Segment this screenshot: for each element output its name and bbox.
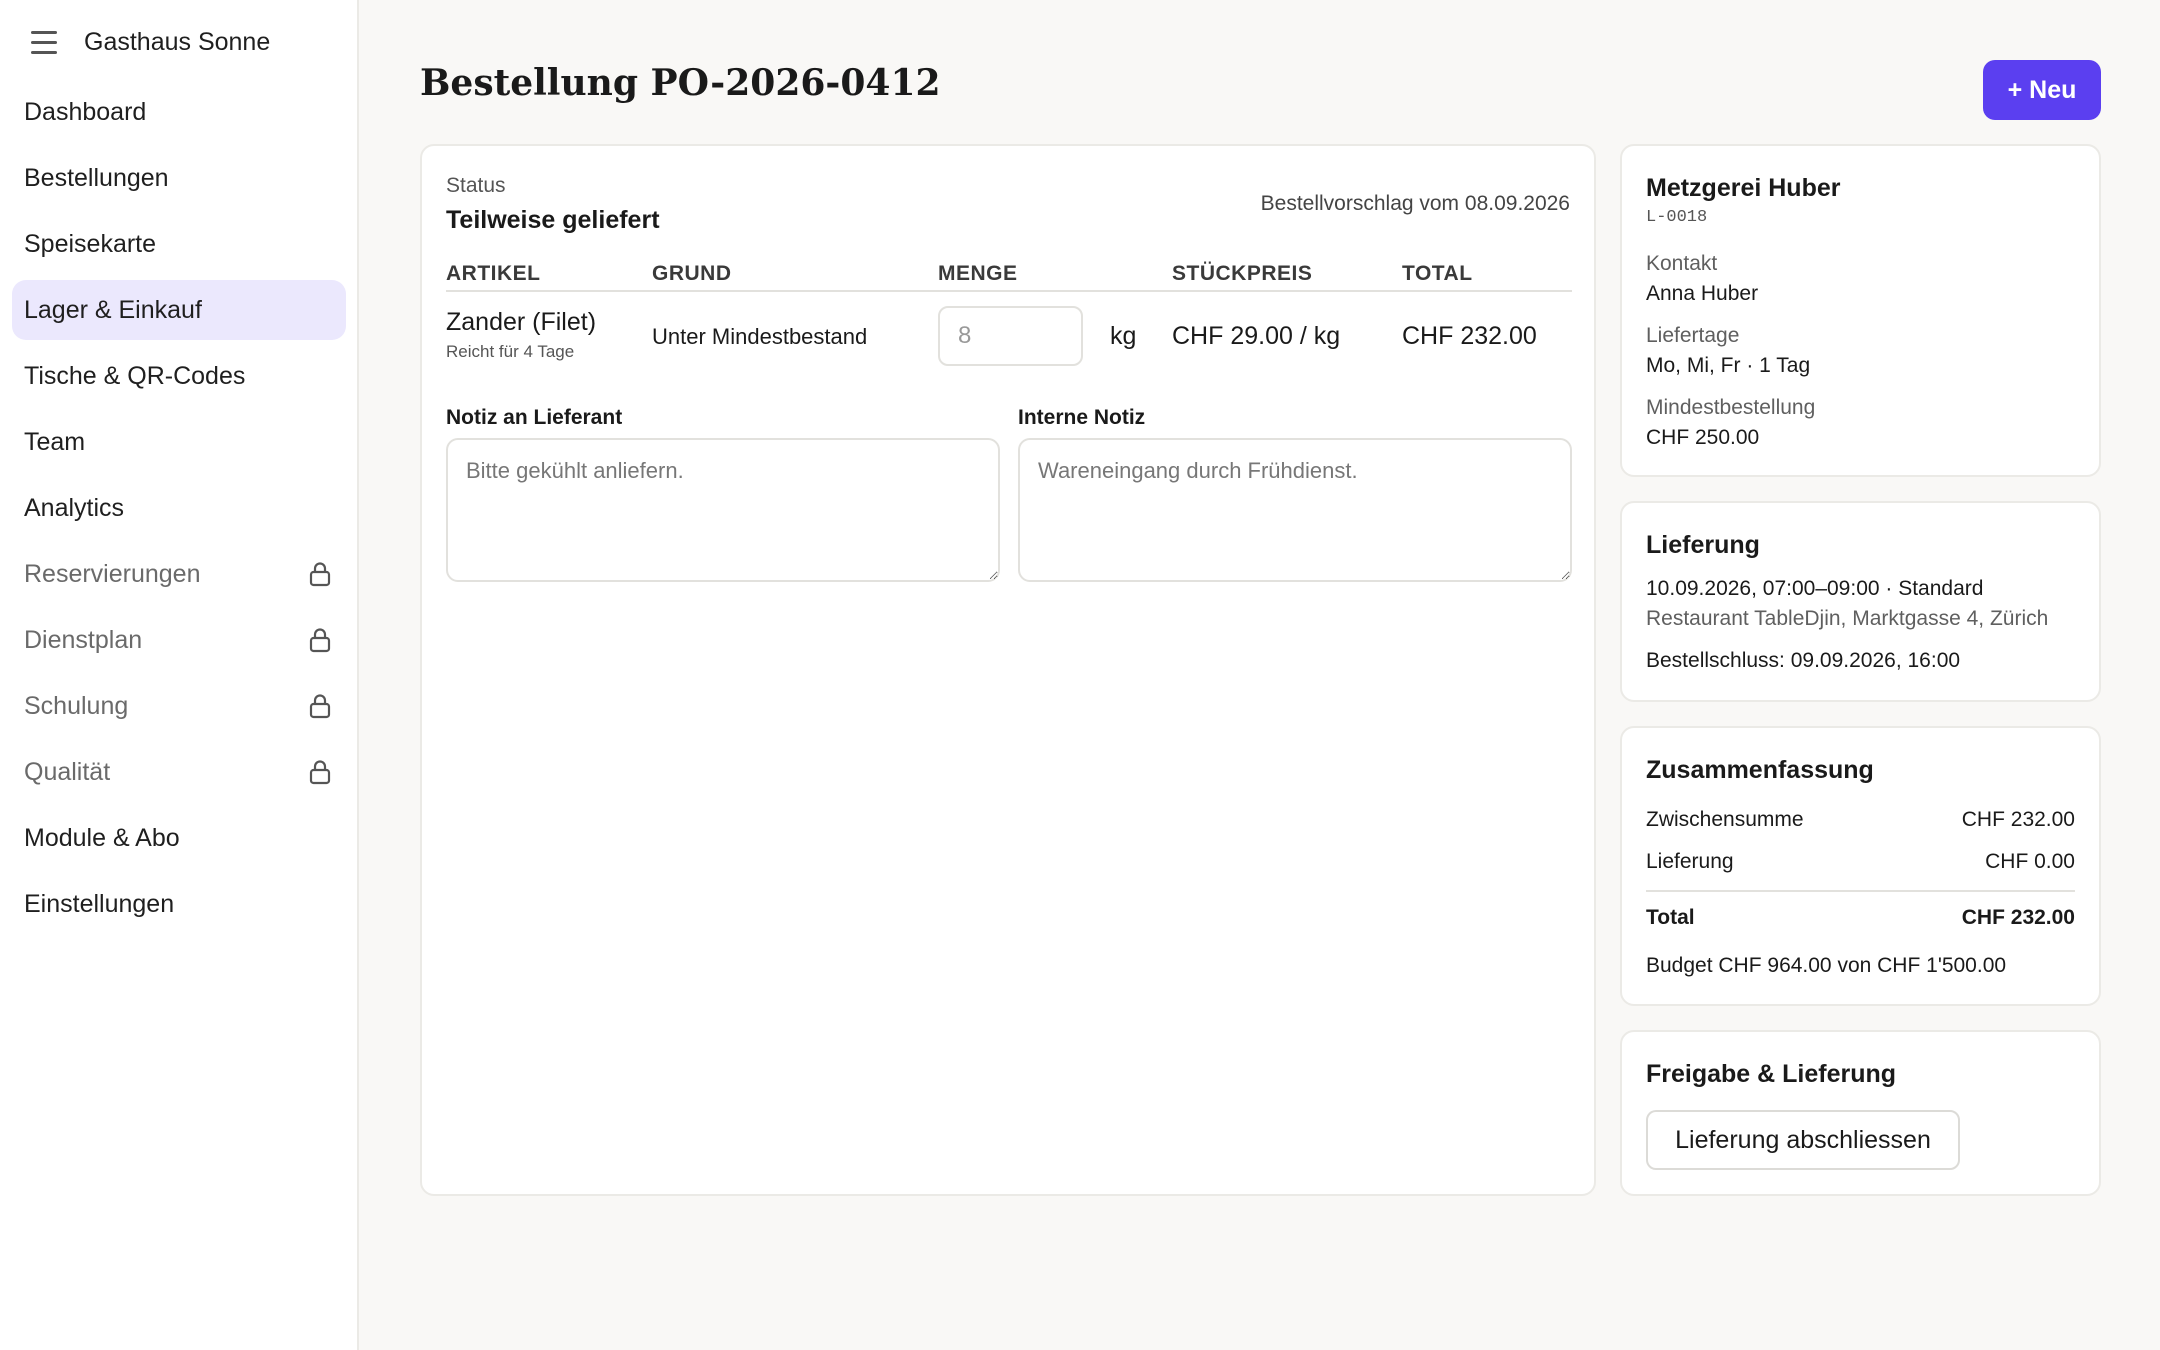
status-label: Status [446,174,506,197]
item-name: Zander (Filet) [446,308,597,336]
sidebar-item-label: Tische & QR-Codes [24,361,246,390]
sidebar-item-label: Module & Abo [24,823,180,852]
sidebar-item-lager-einkauf[interactable]: Lager & Einkauf [12,280,346,340]
item-coverage: Reicht für 4 Tage [446,342,575,361]
delivery-days-value: Mo, Mi, Fr · 1 Tag [1646,354,1811,377]
sidebar-item-reservierungen[interactable]: Reservierungen [12,544,346,604]
sidebar-item-label: Reservierungen [24,559,201,588]
proposal-date: Bestellvorschlag vom 08.09.2026 [1260,192,1570,215]
column-header-total: TOTAL [1402,262,1473,285]
summary-divider [1646,890,2075,892]
status-value: Teilweise geliefert [446,206,660,234]
quantity-input[interactable] [938,306,1083,366]
delivery-address: Restaurant TableDjin, Marktgasse 4, Züri… [1646,607,2049,630]
column-header-stueckpreis: STÜCKPREIS [1172,262,1313,285]
internal-note-label: Interne Notiz [1018,406,1146,429]
subtotal-row: Zwischensumme CHF 232.00 [1646,808,2075,832]
column-header-menge: MENGE [938,262,1018,285]
internal-note-field[interactable] [1018,438,1572,582]
sidebar-item-label: Team [24,427,86,456]
sidebar-item-module-abo[interactable]: Module & Abo [12,808,346,868]
brand-name: Gasthaus Sonne [84,27,271,56]
approval-card: Freigabe & Lieferung Lieferung abschlies… [1620,1030,2101,1196]
sidebar-item-dienstplan[interactable]: Dienstplan [12,610,346,670]
contact-value: Anna Huber [1646,282,1759,305]
column-header-grund: GRUND [652,262,732,285]
min-order-value: CHF 250.00 [1646,426,1760,449]
sidebar-item-bestellungen[interactable]: Bestellungen [12,148,346,208]
sidebar-item-label: Dashboard [24,97,147,126]
budget-text: Budget CHF 964.00 von CHF 1'500.00 [1646,954,2007,977]
sidebar-item-label: Einstellungen [24,889,175,918]
lock-icon [309,562,331,587]
sidebar-item-label: Bestellungen [24,163,169,192]
order-card: Status Teilweise geliefert Bestellvorsch… [420,144,1596,1196]
total-value: CHF 232.00 [1961,906,2075,929]
supplier-id: L-0018 [1646,208,1708,227]
sidebar-item-qualitaet[interactable]: Qualität [12,742,346,802]
lock-icon [309,628,331,653]
sidebar: Gasthaus Sonne Dashboard Bestellungen Sp… [0,0,359,1350]
subtotal-value: CHF 232.00 [1961,808,2075,831]
table-row: Zander (Filet) Reicht für 4 Tage Unter M… [446,296,1572,372]
sidebar-item-dashboard[interactable]: Dashboard [12,82,346,142]
delivery-card: Lieferung 10.09.2026, 07:00–09:00 · Stan… [1620,501,2101,702]
sidebar-item-label: Lager & Einkauf [24,295,202,324]
summary-card: Zusammenfassung Zwischensumme CHF 232.00… [1620,726,2101,1006]
supplier-name: Metzgerei Huber [1646,174,1841,202]
approval-title: Freigabe & Lieferung [1646,1060,1897,1088]
total-row: Total CHF 232.00 [1646,906,2075,930]
delivery-days-label: Liefertage [1646,324,1740,347]
delivery-window: 10.09.2026, 07:00–09:00 · Standard [1646,577,1984,600]
contact-label: Kontakt [1646,252,1718,275]
sidebar-item-schulung[interactable]: Schulung [12,676,346,736]
menu-icon[interactable] [24,22,64,62]
order-cutoff: Bestellschluss: 09.09.2026, 16:00 [1646,649,1961,672]
brand-row: Gasthaus Sonne [24,22,270,62]
item-reason: Unter Mindestbestand [652,324,868,349]
table-header: ARTIKEL GRUND MENGE STÜCKPREIS TOTAL [446,262,1572,292]
supplier-note-field[interactable] [446,438,1000,582]
sidebar-item-label: Qualität [24,757,111,786]
lock-icon [309,694,331,719]
delivery-title: Lieferung [1646,531,1760,559]
sidebar-item-team[interactable]: Team [12,412,346,472]
summary-title: Zusammenfassung [1646,756,1874,784]
min-order-label: Mindestbestellung [1646,396,1816,419]
delivery-fee-label: Lieferung [1646,850,1734,873]
sidebar-item-label: Schulung [24,691,129,720]
sidebar-item-speisekarte[interactable]: Speisekarte [12,214,346,274]
lock-icon [309,760,331,785]
new-button[interactable]: + Neu [1983,60,2101,120]
delivery-fee-value: CHF 0.00 [1985,850,2075,873]
quantity-unit: kg [1110,322,1137,350]
supplier-card: Metzgerei Huber L-0018 Kontakt Anna Hube… [1620,144,2101,477]
sidebar-item-tische-qr-codes[interactable]: Tische & QR-Codes [12,346,346,406]
sidebar-nav: Dashboard Bestellungen Speisekarte Lager… [12,82,346,940]
delivery-fee-row: Lieferung CHF 0.00 [1646,850,2075,874]
supplier-note-label: Notiz an Lieferant [446,406,623,429]
subtotal-label: Zwischensumme [1646,808,1804,831]
unit-price: CHF 29.00 / kg [1172,322,1341,350]
sidebar-item-label: Dienstplan [24,625,143,654]
total-label: Total [1646,906,1695,929]
sidebar-item-label: Speisekarte [24,229,157,258]
sidebar-item-analytics[interactable]: Analytics [12,478,346,538]
row-total: CHF 232.00 [1402,322,1537,350]
sidebar-item-einstellungen[interactable]: Einstellungen [12,874,346,934]
column-header-artikel: ARTIKEL [446,262,541,285]
page-title: Bestellung PO-2026-0412 [420,62,941,104]
complete-delivery-button[interactable]: Lieferung abschliessen [1646,1110,1960,1170]
sidebar-item-label: Analytics [24,493,125,522]
